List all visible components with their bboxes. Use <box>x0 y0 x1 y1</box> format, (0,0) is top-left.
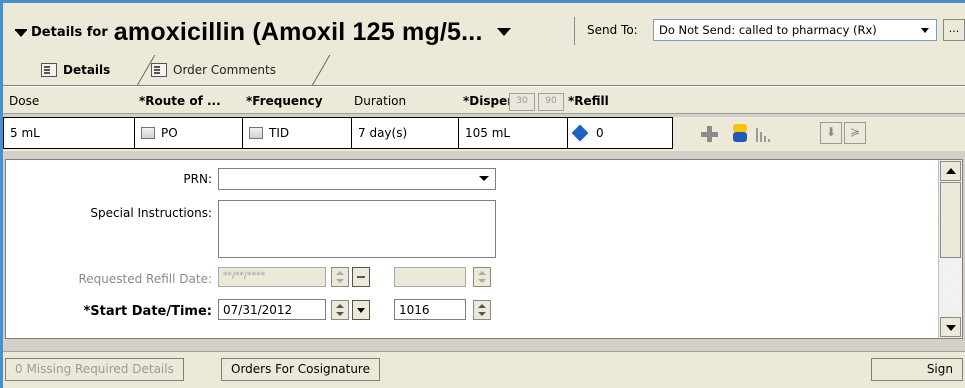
dispense-90-button[interactable]: 90 <box>538 93 564 111</box>
column-route: *Route of ... <box>139 94 221 108</box>
scroll-thumb[interactable] <box>940 182 961 258</box>
send-to-label: Send To: <box>587 23 638 37</box>
scroll-down-icon[interactable] <box>940 317 961 337</box>
scroll-up-icon[interactable] <box>940 161 961 181</box>
start-time-spinner[interactable] <box>473 300 491 320</box>
requested-refill-label: Requested Refill Date: <box>78 272 212 286</box>
route-cell[interactable]: PO <box>135 117 243 149</box>
arrow-down-icon[interactable]: ⬇ <box>820 122 842 144</box>
start-datetime-label: *Start Date/Time: <box>83 304 212 319</box>
dose-cell[interactable]: 5 mL <box>3 117 135 149</box>
column-duration: Duration <box>354 94 407 108</box>
dispense-30-button[interactable]: 30 <box>509 93 535 111</box>
details-for-label: Details for <box>31 24 108 40</box>
header-divider <box>574 17 575 45</box>
order-grid-row: 5 mL PO TID 7 day(s) 105 mL 0 ⬇ ≽ <box>3 117 965 151</box>
refill-date-spinner <box>331 267 349 287</box>
requested-refill-time-field <box>394 267 466 287</box>
frequency-cell[interactable]: TID <box>243 117 352 149</box>
orders-for-cosignature-button[interactable]: Orders For Cosignature <box>221 358 380 381</box>
sign-button[interactable]: Sign <box>871 358 963 381</box>
start-time-field[interactable]: 1016 <box>394 299 466 320</box>
double-chevron-icon[interactable]: ≽ <box>844 122 866 144</box>
footer-bar: 0 Missing Required Details Orders For Co… <box>3 351 965 388</box>
order-grid-header: Dose *Route of ... *Frequency Duration *… <box>3 86 965 114</box>
chevron-down-icon <box>921 28 929 33</box>
route-value: PO <box>161 126 178 140</box>
order-details-panel: PRN: Special Instructions: Requested Ref… <box>5 159 963 339</box>
frequency-value: TID <box>269 126 290 140</box>
prn-select[interactable] <box>218 168 496 190</box>
drug-title: amoxicillin (Amoxil 125 mg/5... <box>113 17 483 46</box>
send-to-select[interactable]: Do Not Send: called to pharmacy (Rx) <box>653 19 937 41</box>
start-date-value: 07/31/2012 <box>223 303 293 317</box>
send-to-value: Do Not Send: called to pharmacy (Rx) <box>659 23 877 37</box>
dose-value: 5 mL <box>10 126 40 140</box>
calendar-dropdown-icon[interactable] <box>352 300 370 320</box>
tab-details-label: Details <box>63 63 111 77</box>
comments-icon <box>151 63 167 77</box>
tab-order-comments[interactable]: Order Comments <box>139 55 314 85</box>
more-button[interactable]: ... <box>943 19 965 41</box>
duration-value: 7 day(s) <box>358 126 408 140</box>
special-instructions-label: Special Instructions: <box>90 206 212 220</box>
special-instructions-field[interactable] <box>218 200 496 258</box>
prn-label: PRN: <box>183 172 212 186</box>
duration-cell[interactable]: 7 day(s) <box>352 117 459 149</box>
panel-scrollbar[interactable] <box>938 160 962 338</box>
tab-details[interactable]: Details <box>29 55 137 85</box>
collapse-triangle-icon[interactable] <box>15 29 27 37</box>
column-dose: Dose <box>9 94 40 108</box>
dispense-cell[interactable]: 105 mL <box>459 117 568 149</box>
tab-order-comments-label: Order Comments <box>173 63 276 77</box>
bars-icon[interactable] <box>756 126 774 142</box>
tab-divider <box>312 55 331 85</box>
refill-time-spinner <box>473 267 491 287</box>
start-date-spinner[interactable] <box>331 300 349 320</box>
refill-diamond-icon <box>571 124 589 142</box>
refill-date-clear-button <box>352 267 370 287</box>
details-icon <box>41 63 57 77</box>
frequency-lookup-icon <box>249 127 263 139</box>
chevron-down-icon <box>479 176 489 181</box>
plus-icon[interactable] <box>700 125 718 143</box>
refill-cell[interactable]: 0 <box>568 117 673 149</box>
requested-refill-date-value: **/**/**** <box>223 271 266 281</box>
drug-dropdown-icon[interactable] <box>496 28 511 36</box>
details-header: Details for amoxicillin (Amoxil 125 mg/5… <box>3 3 965 86</box>
pill-icon[interactable] <box>731 124 749 144</box>
dispense-value: 105 mL <box>465 126 511 140</box>
refill-value: 0 <box>596 126 604 140</box>
column-refill: *Refill <box>568 94 609 108</box>
missing-details-button[interactable]: 0 Missing Required Details <box>5 358 184 381</box>
column-frequency: *Frequency <box>246 94 323 108</box>
route-lookup-icon <box>141 127 155 139</box>
start-date-field[interactable]: 07/31/2012 <box>218 299 326 320</box>
start-time-value: 1016 <box>399 303 430 317</box>
requested-refill-date-field: **/**/**** <box>218 267 326 287</box>
